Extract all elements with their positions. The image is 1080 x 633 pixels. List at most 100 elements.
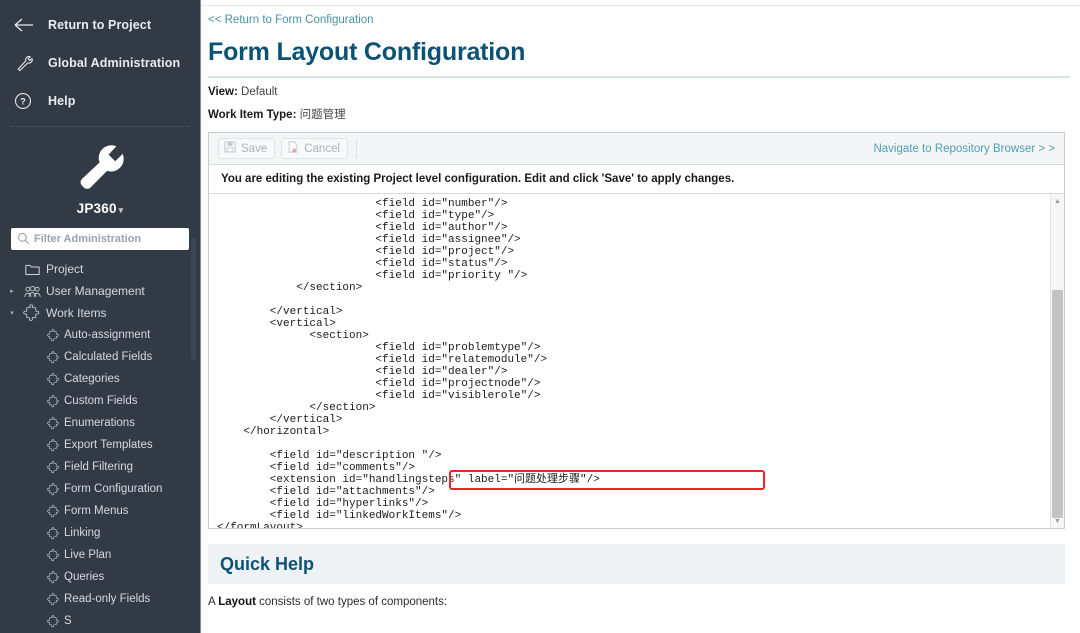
sidebar-item-linking[interactable]: Linking: [0, 522, 200, 544]
cancel-icon: [287, 141, 299, 156]
sidebar-item-label: User Management: [46, 284, 145, 298]
sidebar-item-label: Live Plan: [64, 549, 112, 561]
quick-help-prefix: A: [208, 596, 219, 608]
puzzle-icon: [18, 304, 46, 322]
sidebar-item-field-filtering[interactable]: Field Filtering: [0, 456, 200, 478]
sidebar-item-label: Read-only Fields: [64, 593, 151, 605]
sidebar-item-label: Form Menus: [64, 505, 129, 517]
chevron-down-icon[interactable]: ▾: [117, 205, 124, 215]
view-value: Default: [241, 86, 278, 98]
puzzle-small-icon: [42, 614, 64, 628]
puzzle-small-icon: [42, 394, 64, 408]
puzzle-small-icon: [42, 350, 64, 364]
sidebar-item-help[interactable]: ? Help: [0, 82, 200, 120]
toolbar-separator: [356, 138, 358, 159]
save-label: Save: [241, 142, 268, 155]
scrollbar-thumb[interactable]: [1052, 290, 1063, 518]
sidebar-item-label: Auto-assignment: [64, 329, 151, 341]
brand-name-row[interactable]: JP360 ▾: [0, 197, 200, 216]
sidebar-item-label: Categories: [64, 373, 120, 385]
puzzle-small-icon: [42, 548, 64, 562]
sidebar-item-auto-assignment[interactable]: Auto-assignment: [0, 324, 200, 346]
puzzle-small-icon: [42, 460, 64, 474]
quick-help-title: Quick Help: [220, 553, 315, 574]
chevron-down-icon[interactable]: ▾: [6, 309, 18, 317]
save-button[interactable]: Save: [218, 138, 276, 159]
scroll-down-arrow-icon[interactable]: ▼: [1051, 514, 1064, 528]
admin-sidebar: Return to Project Global Administration …: [0, 0, 200, 633]
sidebar-item-work-items[interactable]: ▾ Work Items: [0, 302, 200, 324]
sidebar-item-label: Calculated Fields: [64, 351, 153, 363]
puzzle-small-icon: [42, 372, 64, 386]
sidebar-item-label: Export Templates: [64, 439, 153, 451]
sidebar-item-label: Help: [48, 94, 76, 108]
page-title: Form Layout Configuration: [208, 38, 526, 66]
folder-icon: [18, 263, 46, 276]
sidebar-item-read-only-fields[interactable]: Read-only Fields: [0, 588, 200, 610]
chevron-right-icon[interactable]: ▸: [6, 287, 18, 295]
code-editor-wrapper: <field id="number"/> <field id="type"/> …: [209, 194, 1064, 528]
sidebar-item-user-management[interactable]: ▸ User Management: [0, 280, 200, 302]
xml-code-editor[interactable]: <field id="number"/> <field id="type"/> …: [209, 194, 1050, 528]
sidebar-item-export-templates[interactable]: Export Templates: [0, 434, 200, 456]
admin-nav-tree: Project ▸ User Management ▾ Work Items Auto-a…: [0, 250, 200, 632]
sidebar-item-label: Field Filtering: [64, 461, 134, 473]
sidebar-item-form-menus[interactable]: Form Menus: [0, 500, 200, 522]
filter-box[interactable]: [11, 228, 189, 250]
quick-help-band: Quick Help: [208, 544, 1065, 584]
question-circle-icon: ?: [14, 92, 48, 110]
brand-name: JP360: [76, 201, 117, 216]
puzzle-small-icon: [42, 592, 64, 606]
cancel-button[interactable]: Cancel: [281, 138, 349, 159]
cancel-label: Cancel: [304, 142, 341, 155]
quick-help-text: A Layout consists of two types of compon…: [201, 584, 1080, 608]
panel-toolbar: Save Cancel Navigate to Repository Brows…: [209, 133, 1064, 165]
sidebar-item-label: Return to Project: [48, 18, 152, 32]
quick-help-suffix: consists of two types of components:: [255, 596, 448, 608]
sidebar-item-label: Custom Fields: [64, 395, 138, 407]
puzzle-small-icon: [42, 328, 64, 342]
sidebar-top-links: Return to Project Global Administration …: [0, 0, 200, 127]
editing-notice: You are editing the existing Project lev…: [209, 165, 1064, 194]
puzzle-small-icon: [42, 482, 64, 496]
puzzle-small-icon: [42, 504, 64, 518]
search-input[interactable]: [11, 228, 189, 250]
navigate-to-repository-browser-link[interactable]: Navigate to Repository Browser > >: [873, 143, 1055, 155]
app-root: Return to Project Global Administration …: [0, 0, 1080, 633]
form-layout-panel: Save Cancel Navigate to Repository Brows…: [208, 132, 1065, 529]
sidebar-item-global-administration[interactable]: Global Administration: [0, 44, 200, 82]
view-meta: View: Default: [201, 78, 1080, 98]
sidebar-item-categories[interactable]: Categories: [0, 368, 200, 390]
users-icon: [18, 285, 46, 298]
sidebar-item-enumerations[interactable]: Enumerations: [0, 412, 200, 434]
svg-text:?: ?: [20, 97, 26, 107]
quick-help-bold: Layout: [218, 596, 256, 608]
sidebar-item-label: Project: [46, 262, 84, 276]
sidebar-item-form-configuration[interactable]: Form Configuration: [0, 478, 200, 500]
sidebar-item-return-to-project[interactable]: Return to Project: [0, 6, 200, 44]
puzzle-small-icon: [42, 438, 64, 452]
sidebar-item-label: Enumerations: [64, 417, 135, 429]
sidebar-item-label: Global Administration: [48, 56, 181, 70]
sidebar-item-custom-fields[interactable]: Custom Fields: [0, 390, 200, 412]
puzzle-small-icon: [42, 416, 64, 430]
puzzle-small-icon: [42, 570, 64, 584]
sidebar-item-label: Linking: [64, 527, 101, 539]
sidebar-item-label: S: [64, 615, 72, 627]
breadcrumb[interactable]: << Return to Form Configuration: [201, 6, 1080, 26]
code-vertical-scrollbar[interactable]: ▲ ▼: [1050, 194, 1064, 528]
sidebar-item-project[interactable]: Project: [0, 258, 200, 280]
brand-block: JP360 ▾: [0, 127, 200, 216]
search-icon: [17, 232, 30, 245]
work-item-type-value: 问题管理: [299, 109, 346, 121]
sidebar-item-calculated-fields[interactable]: Calculated Fields: [0, 346, 200, 368]
sidebar-item-label: Form Configuration: [64, 483, 163, 495]
sidebar-item-s[interactable]: S: [0, 610, 200, 632]
sidebar-scrollbar[interactable]: [191, 238, 196, 360]
sidebar-item-live-plan[interactable]: Live Plan: [0, 544, 200, 566]
toolbar-left-group: Save Cancel: [218, 138, 358, 159]
scroll-up-arrow-icon[interactable]: ▲: [1051, 194, 1064, 208]
wrench-icon: [14, 53, 48, 73]
view-label: View:: [208, 86, 238, 98]
sidebar-item-queries[interactable]: Queries: [0, 566, 200, 588]
